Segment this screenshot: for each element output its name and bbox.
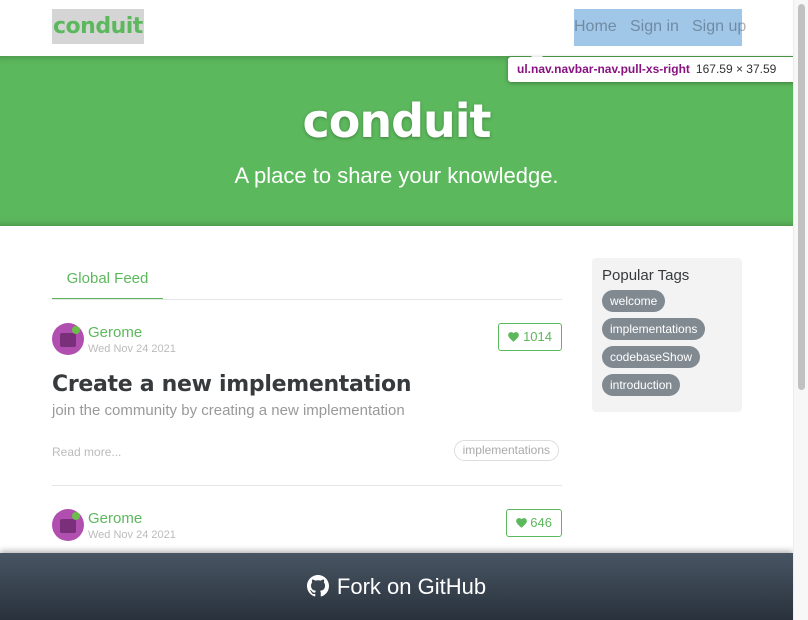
article-description: join the community by creating a new imp… xyxy=(52,402,405,419)
article-preview: Gerome Wed Nov 24 2021 1014 Create a new… xyxy=(52,323,562,473)
article-tag[interactable]: implementations xyxy=(453,440,559,461)
vertical-scrollbar[interactable] xyxy=(793,0,808,620)
popular-tags-sidebar: Popular Tags welcome implementations cod… xyxy=(592,258,742,412)
inspector-dimensions: 167.59 × 37.59 xyxy=(695,62,777,76)
banner-title: conduit xyxy=(302,94,491,148)
nav-sign-in-link[interactable]: Sign in xyxy=(630,17,679,37)
article-preview: Gerome Wed Nov 24 2021 646 xyxy=(52,509,562,549)
favorite-button[interactable]: 1014 xyxy=(498,323,562,351)
inspector-tooltip: ul.nav.navbar-nav.pull-xs-right 167.59 × … xyxy=(508,57,808,82)
favorite-count: 646 xyxy=(530,515,552,530)
fork-github-footer[interactable]: Fork on GitHub xyxy=(0,553,793,620)
scrollbar-thumb[interactable] xyxy=(798,4,805,390)
nav-home-link[interactable]: Home xyxy=(574,17,617,37)
article-divider xyxy=(52,485,562,486)
tag-pill[interactable]: introduction xyxy=(602,374,681,396)
footer-text: Fork on GitHub xyxy=(336,574,487,599)
heart-icon xyxy=(515,518,527,528)
tag-pill[interactable]: welcome xyxy=(602,290,666,312)
github-icon xyxy=(306,575,329,597)
author-avatar[interactable] xyxy=(52,509,84,541)
tag-pill[interactable]: codebaseShow xyxy=(602,346,701,368)
navbar: conduit Home Sign in Sign up xyxy=(0,0,793,56)
feed-tab-divider xyxy=(52,299,562,300)
tag-pill[interactable]: implementations xyxy=(602,318,706,340)
nav-sign-up-link[interactable]: Sign up xyxy=(692,17,746,37)
author-name[interactable]: Gerome xyxy=(88,324,142,342)
sidebar-title: Popular Tags xyxy=(602,267,690,284)
author-avatar[interactable] xyxy=(52,323,84,355)
favorite-count: 1014 xyxy=(523,329,552,344)
footer-link[interactable]: Fork on GitHub xyxy=(0,573,793,601)
article-date: Wed Nov 24 2021 xyxy=(88,343,176,355)
brand-logo[interactable]: conduit xyxy=(52,9,144,44)
article-date: Wed Nov 24 2021 xyxy=(88,529,176,541)
author-name[interactable]: Gerome xyxy=(88,510,142,528)
banner-subtitle: A place to share your knowledge. xyxy=(234,163,559,188)
read-more-link[interactable]: Read more... xyxy=(52,444,121,460)
tab-global-feed[interactable]: Global Feed xyxy=(52,260,163,300)
article-title[interactable]: Create a new implementation xyxy=(52,371,412,399)
inspector-selector: ul.nav.navbar-nav.pull-xs-right xyxy=(517,62,690,76)
heart-icon xyxy=(508,332,520,342)
favorite-button[interactable]: 646 xyxy=(505,509,562,537)
